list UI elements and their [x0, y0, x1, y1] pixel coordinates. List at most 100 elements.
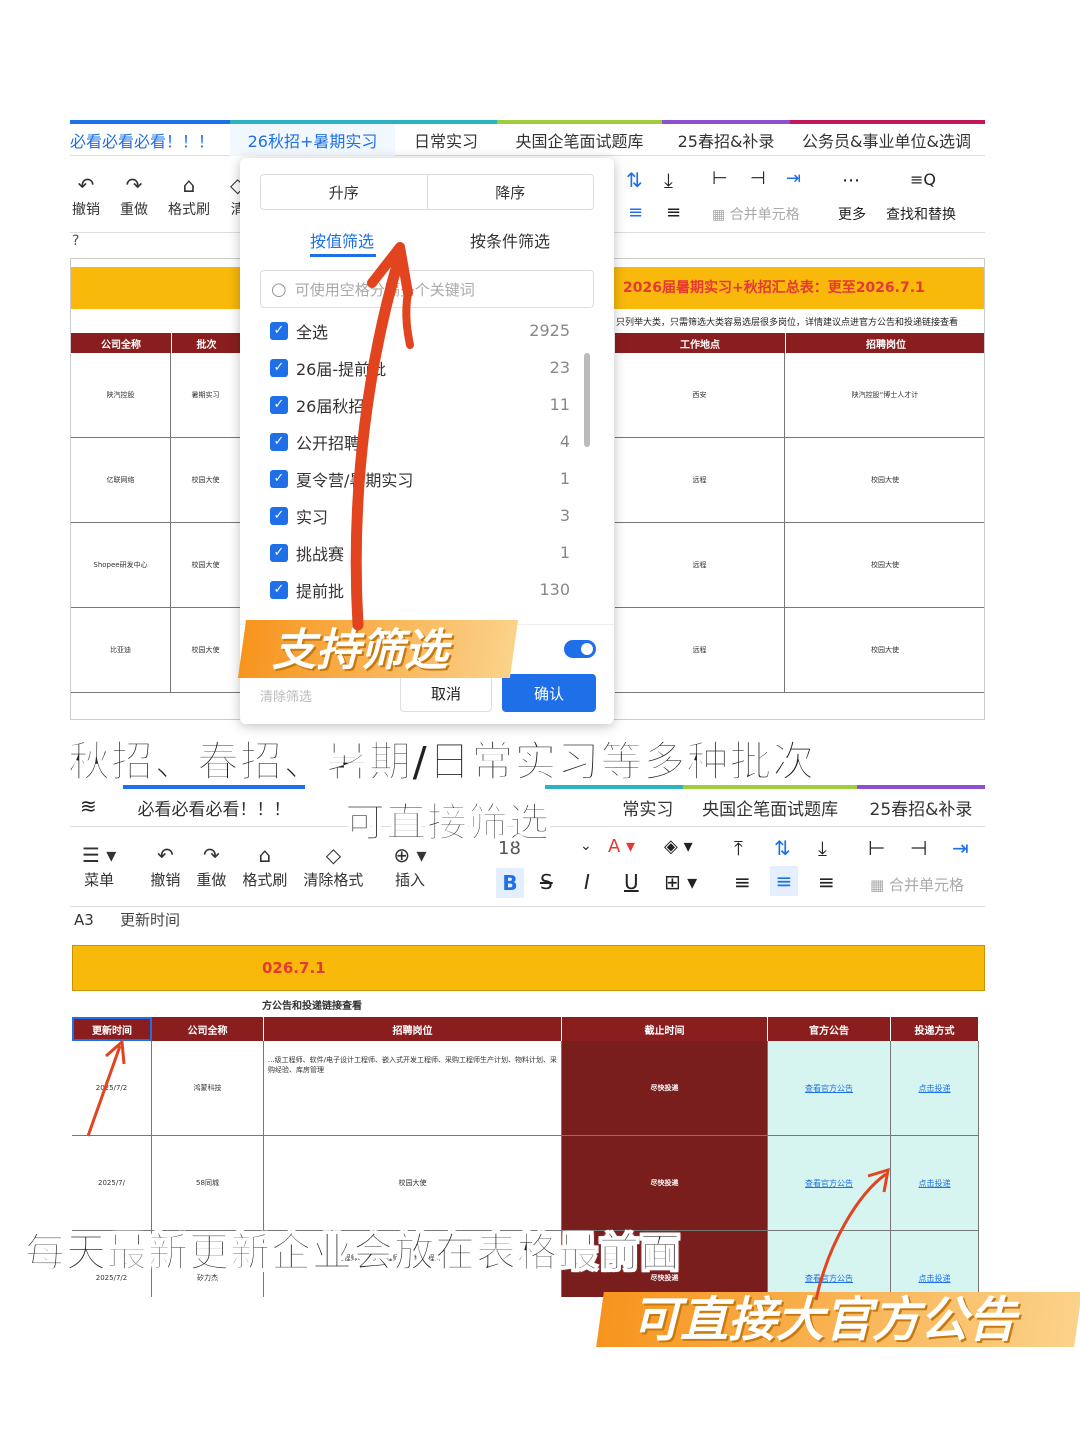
checkbox-checked-icon[interactable]: ✓	[270, 321, 288, 340]
checkbox-checked-icon[interactable]: ✓	[270, 432, 288, 451]
wrap-icon[interactable]: ⇥	[952, 836, 969, 860]
cancel-button[interactable]: 取消	[400, 674, 492, 712]
bold-icon[interactable]: B	[496, 868, 524, 898]
underline-icon[interactable]: U	[624, 870, 639, 894]
table-cell[interactable]: 鸿蒙科技	[152, 1041, 264, 1136]
align-bottom-icon[interactable]: ⤓	[664, 168, 673, 192]
link-text[interactable]: 点击投递	[919, 1083, 951, 1094]
table-cell[interactable]: 点击投递	[891, 1041, 979, 1136]
checkbox-checked-icon[interactable]: ✓	[270, 580, 288, 599]
checkbox-checked-icon[interactable]: ✓	[270, 506, 288, 525]
find-replace-button[interactable]: 查找和替换	[886, 204, 956, 224]
table-cell[interactable]: 58同城	[152, 1136, 264, 1231]
header-cell[interactable]: 投递方式	[891, 1017, 979, 1041]
layers-icon[interactable]: ≋	[70, 794, 117, 818]
tab-must-read[interactable]: 必看必看必看！！！	[70, 120, 230, 156]
table-cell[interactable]: 校园大使	[171, 608, 241, 693]
tab-civil-service[interactable]: 公务员&事业单位&选调	[790, 120, 985, 156]
align-middle-icon[interactable]: ⇅	[626, 168, 643, 192]
table-cell[interactable]: 点击投递	[891, 1136, 979, 1231]
tab-must-read-2[interactable]: 必看必看必看！！！	[122, 784, 306, 827]
table-cell[interactable]: 远程	[615, 438, 785, 523]
indent-icon[interactable]: ⊢	[868, 836, 885, 860]
format-painter-button-2[interactable]: ⌂ 格式刷	[234, 843, 295, 890]
link-text[interactable]: 查看官方公告	[805, 1083, 853, 1094]
table-cell[interactable]: 尽快投递	[562, 1041, 768, 1136]
insert-button[interactable]: ⊕ ▾ 插入	[371, 843, 434, 890]
table-cell[interactable]: 暑期实习	[171, 353, 241, 438]
tab-spring-recruit-2[interactable]: 25春招&补录	[857, 784, 985, 827]
align-left-icon[interactable]: ≡	[734, 870, 751, 894]
redo-button[interactable]: ↷ 重做	[110, 173, 158, 219]
clear-format-button[interactable]: ◇ 清除格式	[295, 843, 371, 890]
align-right-icon[interactable]: ≡	[666, 202, 681, 223]
table-cell[interactable]: 校园大使	[785, 438, 984, 523]
more-button[interactable]: 更多	[838, 204, 866, 224]
chevron-down-icon[interactable]: ⌄	[580, 838, 592, 854]
align-right-icon[interactable]: ≡	[818, 870, 835, 894]
undo-button[interactable]: ↶ 撤销	[70, 173, 110, 219]
header-cell[interactable]: 招聘岗位	[264, 1017, 562, 1041]
tab-autumn-summer[interactable]: 26秋招+暑期实习	[230, 120, 395, 156]
checkbox-checked-icon[interactable]: ✓	[270, 469, 288, 488]
table-cell[interactable]: 陕汽控股	[71, 353, 171, 438]
redo-button-2[interactable]: ↷ 重做	[188, 843, 234, 890]
align-middle-icon[interactable]: ⇅	[774, 836, 791, 860]
tab-filter-by-condition[interactable]: 按条件筛选	[470, 228, 550, 252]
table-cell[interactable]: 尽快投递	[562, 1136, 768, 1231]
tab-daily-intern[interactable]: 日常实习	[395, 120, 497, 156]
table-cell[interactable]: 比亚迪	[71, 608, 171, 693]
checkbox-checked-icon[interactable]: ✓	[270, 543, 288, 562]
merge-cells-button-2[interactable]: ▦ 合并单元格	[870, 874, 964, 895]
tab-soe-exam-2[interactable]: 央国企笔面试题库	[683, 784, 858, 827]
tab-daily-intern-2[interactable]: 常实习	[545, 784, 684, 827]
header-positions[interactable]: 招聘岗位	[785, 333, 984, 353]
tab-spring-recruit[interactable]: 25春招&补录	[662, 120, 790, 156]
sort-asc-button[interactable]: 升序	[261, 175, 428, 209]
indent-icon[interactable]: ⊢	[712, 168, 728, 189]
italic-icon[interactable]: I	[584, 870, 590, 894]
align-center-icon[interactable]: ≡	[770, 866, 798, 896]
sort-desc-button[interactable]: 降序	[428, 175, 594, 209]
table-cell[interactable]: 校园大使	[785, 523, 984, 608]
confirm-button[interactable]: 确认	[502, 674, 596, 712]
fill-color-icon[interactable]: ◈ ▾	[664, 836, 693, 857]
format-painter-button[interactable]: ⌂ 格式刷	[158, 173, 220, 219]
header-batch[interactable]: 批次	[171, 333, 241, 353]
align-center-icon[interactable]: ≡	[628, 202, 643, 223]
table-cell[interactable]: 陕汽控股“博士人才计	[785, 353, 984, 438]
table-cell[interactable]: 2025/7/	[72, 1136, 152, 1231]
formula-bar-bottom[interactable]: A3 更新时间	[70, 906, 985, 932]
clear-filter-button[interactable]: 清除筛选	[260, 686, 312, 705]
width-icon[interactable]: ⊣	[750, 168, 766, 189]
table-cell[interactable]: 校园大使	[785, 608, 984, 693]
width-icon[interactable]: ⊣	[910, 836, 927, 860]
checkbox-checked-icon[interactable]: ✓	[270, 395, 288, 414]
table-cell[interactable]: 远程	[615, 523, 785, 608]
header-cell[interactable]: 截止时间	[562, 1017, 768, 1041]
wrap-icon[interactable]: ⇥	[786, 168, 801, 189]
tab-soe-exam[interactable]: 央国企笔面试题库	[497, 120, 662, 156]
link-text[interactable]: 点击投递	[919, 1178, 951, 1189]
header-cell[interactable]: 公司全称	[152, 1017, 264, 1041]
checkbox-checked-icon[interactable]: ✓	[270, 358, 288, 377]
undo-button-2[interactable]: ↶ 撤销	[128, 843, 188, 890]
header-cell[interactable]: 官方公告	[768, 1017, 891, 1041]
menu-button[interactable]: ☰ ▾ 菜单	[70, 843, 128, 890]
table-cell[interactable]: 校园大使	[264, 1136, 562, 1231]
align-bottom-icon[interactable]: ⤓	[818, 836, 827, 860]
table-cell[interactable]: Shopee研发中心	[71, 523, 171, 608]
font-color-icon[interactable]: A ▾	[608, 836, 635, 857]
table-cell[interactable]: 远程	[615, 608, 785, 693]
align-top-icon[interactable]: ⤒	[734, 836, 743, 860]
header-location[interactable]: 工作地点	[615, 333, 785, 353]
table-cell[interactable]: 校园大使	[171, 438, 241, 523]
filter-scrollbar[interactable]	[584, 353, 590, 447]
strikethrough-icon[interactable]: S	[540, 870, 553, 894]
table-cell[interactable]: 亿联网络	[71, 438, 171, 523]
toggle-switch[interactable]	[564, 640, 596, 658]
header-company[interactable]: 公司全称	[71, 333, 171, 353]
table-cell[interactable]: 校园大使	[171, 523, 241, 608]
merge-cells-button[interactable]: ▦ 合并单元格	[712, 204, 800, 224]
table-cell[interactable]: 查看官方公告	[768, 1041, 891, 1136]
